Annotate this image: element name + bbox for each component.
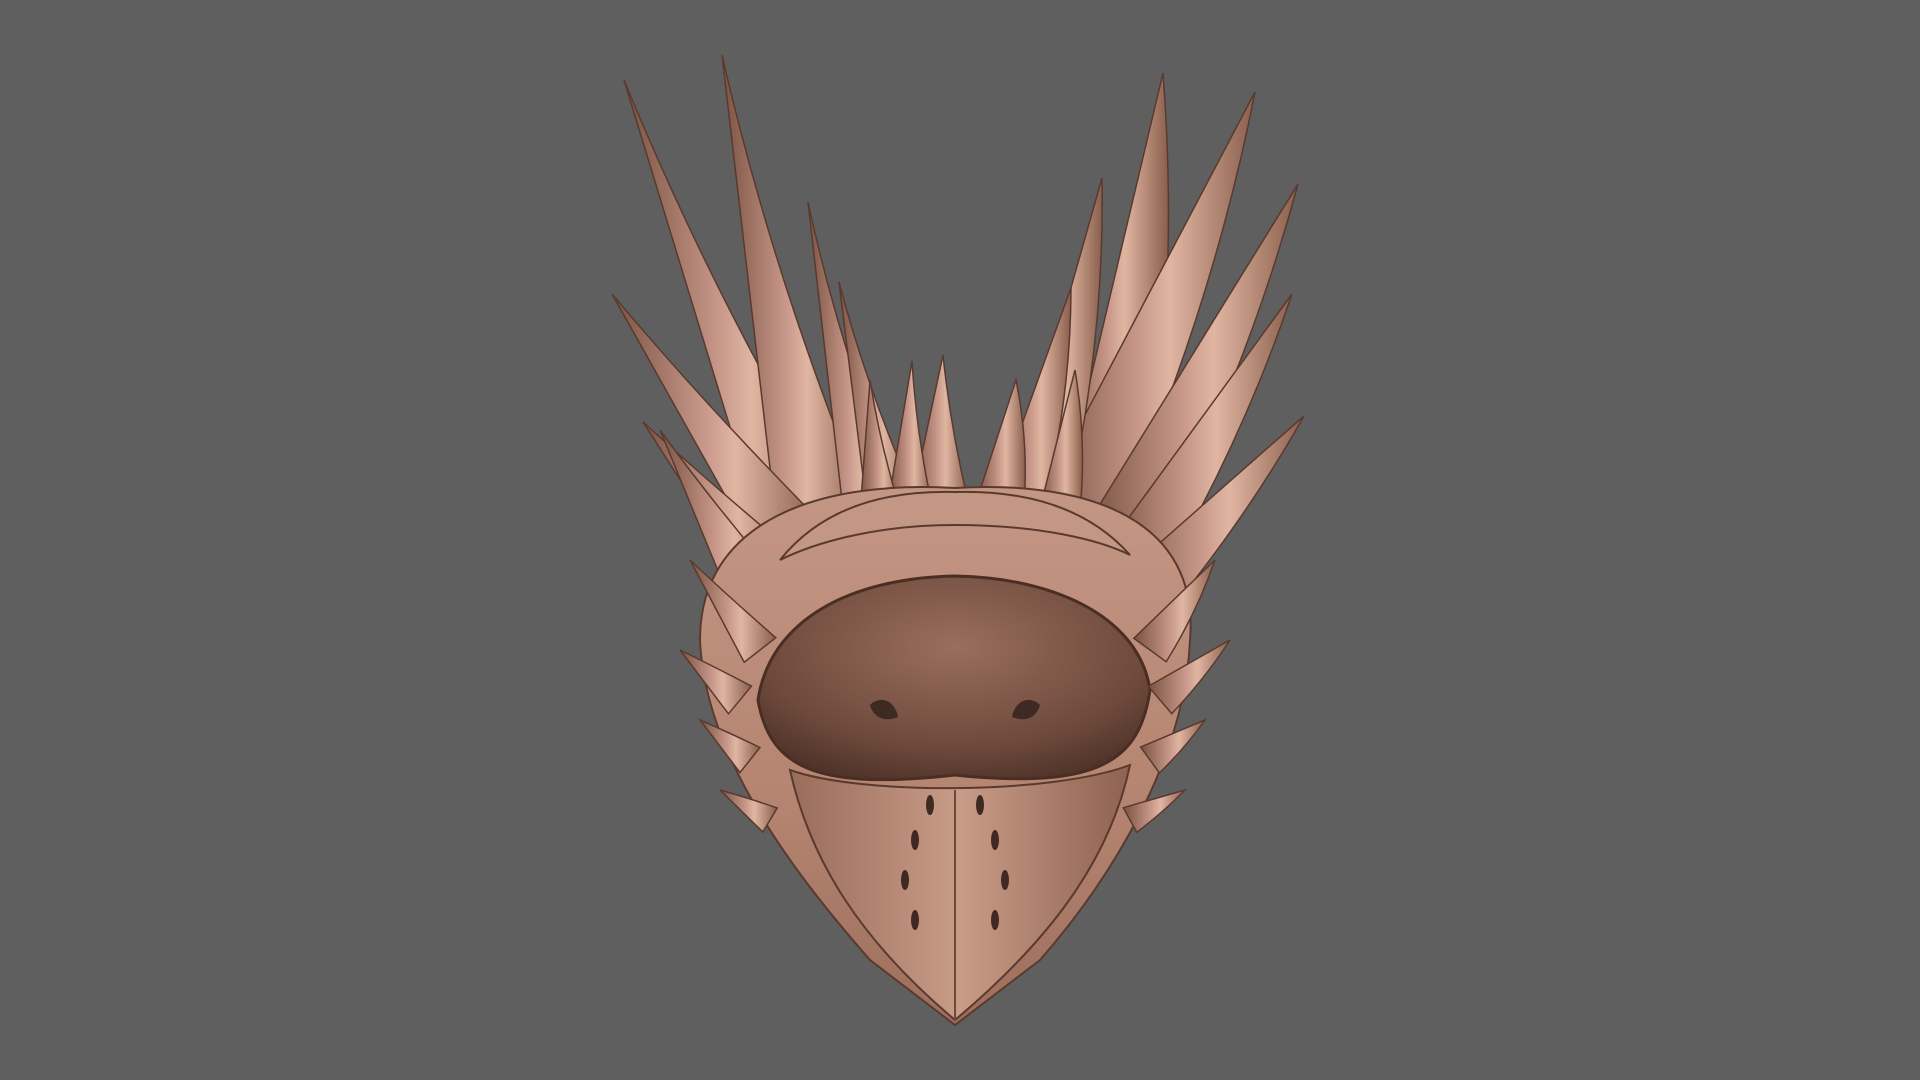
vent-slot xyxy=(1001,870,1009,890)
vent-slot xyxy=(991,830,999,850)
antler-flame xyxy=(887,360,933,507)
vent-slot xyxy=(991,910,999,930)
vent-slot xyxy=(911,830,919,850)
vent-slot xyxy=(911,910,919,930)
vent-slot xyxy=(976,795,984,815)
mask-helmet xyxy=(698,486,1192,1027)
vent-slot xyxy=(926,795,934,815)
vent-slot xyxy=(901,870,909,890)
render-viewport xyxy=(611,54,1305,1027)
